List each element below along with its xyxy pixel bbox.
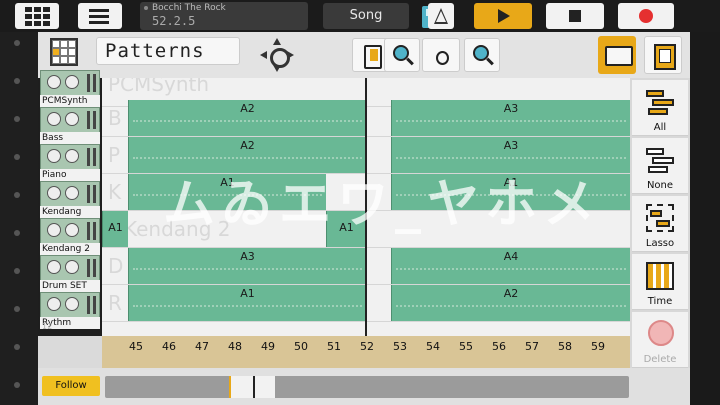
instrument-thumbnail bbox=[40, 144, 100, 170]
move-icon[interactable] bbox=[260, 38, 294, 72]
scroll-position-marker bbox=[253, 376, 255, 398]
bar-number: 48 bbox=[228, 340, 242, 353]
follow-toggle[interactable]: Follow bbox=[42, 376, 100, 396]
pattern-block[interactable]: A3 bbox=[391, 100, 630, 136]
view-toggle-button[interactable] bbox=[598, 36, 636, 74]
hamburger-icon bbox=[89, 9, 109, 27]
patterns-selector[interactable]: Patterns bbox=[96, 37, 240, 65]
track-count: 12 bbox=[42, 322, 53, 331]
bar-number: 52 bbox=[360, 340, 374, 353]
top-bar: Bocchi The Rock 52.2.5 Song bbox=[0, 0, 720, 32]
grid-menu-button[interactable] bbox=[15, 3, 59, 29]
instrument-thumbnail bbox=[40, 181, 100, 207]
bar-number: 58 bbox=[558, 340, 572, 353]
track-header-drum-set[interactable]: Drum SET bbox=[40, 255, 100, 292]
ruler-corner bbox=[38, 336, 102, 368]
zoom-in-button[interactable] bbox=[464, 38, 500, 72]
pattern-block[interactable]: A3 bbox=[128, 248, 366, 284]
lane-ghost-label: K bbox=[108, 180, 122, 204]
track-list: PCMSynth Bass Piano Kendang Kendang 2 Dr… bbox=[38, 70, 102, 336]
zoom-out-button[interactable] bbox=[384, 38, 420, 72]
song-position: 52.2.5 bbox=[152, 14, 196, 28]
left-margin bbox=[0, 32, 38, 405]
bar-number: 49 bbox=[261, 340, 275, 353]
time-icon bbox=[646, 262, 674, 290]
lane-ghost-label: B bbox=[108, 106, 122, 130]
scroll-thumb[interactable] bbox=[229, 376, 275, 398]
track-header-piano[interactable]: Piano bbox=[40, 144, 100, 181]
lane-ghost-label: PCMSynth bbox=[108, 78, 210, 96]
right-margin bbox=[690, 32, 720, 405]
record-button[interactable] bbox=[618, 3, 674, 29]
select-all-icon bbox=[646, 88, 674, 116]
pattern-grid-icon[interactable] bbox=[50, 38, 78, 66]
pattern-block[interactable]: A1 bbox=[102, 211, 128, 247]
bar-number: 53 bbox=[393, 340, 407, 353]
bar-number: 47 bbox=[195, 340, 209, 353]
arrangement-grid[interactable]: PCMSynth B A2 A3 P A2 A3 K A1 A1 Kendang… bbox=[102, 78, 630, 336]
track-name: PCMSynth bbox=[40, 95, 100, 107]
metronome-icon[interactable] bbox=[428, 3, 454, 29]
bar-number: 46 bbox=[162, 340, 176, 353]
paste-button[interactable] bbox=[644, 36, 682, 74]
lasso-button[interactable]: Lasso bbox=[632, 196, 688, 252]
bar-number: 59 bbox=[591, 340, 605, 353]
song-title: Bocchi The Rock bbox=[152, 3, 226, 13]
select-none-button[interactable]: None bbox=[632, 138, 688, 194]
select-all-button[interactable]: All bbox=[632, 80, 688, 136]
lane-ghost-label: R bbox=[108, 291, 122, 315]
song-mode-button[interactable]: Song bbox=[323, 3, 409, 29]
lasso-icon bbox=[646, 204, 674, 232]
track-name: Kendang 2 bbox=[40, 243, 100, 255]
track-name: Drum SET bbox=[40, 280, 100, 292]
instrument-thumbnail bbox=[40, 255, 100, 281]
track-header-kendang[interactable]: Kendang bbox=[40, 181, 100, 218]
status-dot-icon bbox=[144, 6, 148, 10]
instrument-thumbnail bbox=[40, 292, 100, 318]
delete-icon bbox=[646, 320, 674, 348]
bar-number: 55 bbox=[459, 340, 473, 353]
bar-number: 50 bbox=[294, 340, 308, 353]
pattern-block[interactable]: A2 bbox=[391, 285, 630, 321]
bar-number: 54 bbox=[426, 340, 440, 353]
lane-ghost-label: P bbox=[108, 143, 121, 167]
app-window: Bocchi The Rock 52.2.5 Song Patterns PCM… bbox=[0, 0, 720, 405]
track-header-kendang-2[interactable]: Kendang 2 bbox=[40, 218, 100, 255]
time-select-button[interactable]: Time bbox=[632, 254, 688, 310]
bar-number: 45 bbox=[129, 340, 143, 353]
pattern-block[interactable]: A4 bbox=[391, 248, 630, 284]
toolbar: Patterns bbox=[38, 32, 690, 78]
bar-number: 51 bbox=[327, 340, 341, 353]
bar-number: 56 bbox=[492, 340, 506, 353]
grid-icon bbox=[25, 7, 50, 26]
horizontal-scrollbar[interactable] bbox=[105, 376, 629, 398]
select-none-icon bbox=[646, 146, 674, 174]
track-header-bass[interactable]: Bass bbox=[40, 107, 100, 144]
track-name: Bass bbox=[40, 132, 100, 144]
lane-ghost-label: D bbox=[108, 254, 124, 278]
main-menu-button[interactable] bbox=[78, 3, 122, 29]
play-button[interactable] bbox=[474, 3, 532, 29]
zoom-reset-button[interactable] bbox=[422, 38, 460, 72]
track-name: Kendang bbox=[40, 206, 100, 218]
song-info-panel[interactable]: Bocchi The Rock 52.2.5 bbox=[140, 2, 442, 30]
track-header-pcmsynth[interactable]: PCMSynth bbox=[40, 70, 100, 107]
instrument-thumbnail bbox=[40, 107, 100, 133]
bar-number: 57 bbox=[525, 340, 539, 353]
pattern-block[interactable]: A1 bbox=[128, 285, 366, 321]
footer-bar: Follow bbox=[38, 368, 690, 405]
delete-button[interactable]: Delete bbox=[632, 312, 688, 368]
watermark-text: ムゐエワ_ヤホメ bbox=[162, 175, 601, 235]
selection-tools: All None Lasso Time Delete bbox=[630, 78, 690, 368]
pattern-block[interactable]: A2 bbox=[128, 100, 366, 136]
instrument-thumbnail bbox=[40, 70, 100, 96]
instrument-thumbnail bbox=[40, 218, 100, 244]
timeline-ruler[interactable]: 45 46 47 48 49 50 51 52 53 54 55 56 57 5… bbox=[102, 336, 630, 368]
track-name: Piano bbox=[40, 169, 100, 181]
stop-button[interactable] bbox=[546, 3, 604, 29]
